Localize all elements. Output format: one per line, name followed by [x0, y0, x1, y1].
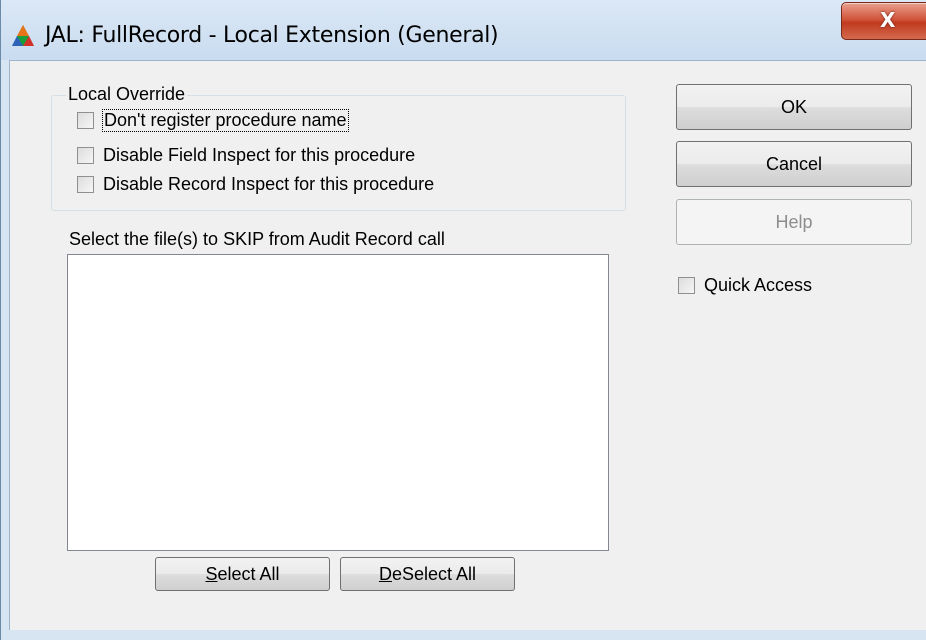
- cancel-button[interactable]: Cancel: [676, 141, 912, 187]
- skip-files-label: Select the file(s) to SKIP from Audit Re…: [69, 229, 445, 249]
- close-button[interactable]: X: [841, 2, 926, 40]
- window-title: JAL: FullRecord - Local Extension (Gener…: [45, 23, 499, 48]
- deselect-all-button[interactable]: DeSelect All: [340, 557, 515, 591]
- quick-access-checkbox[interactable]: [678, 277, 695, 294]
- dont-register-label: Don't register procedure name: [102, 109, 349, 132]
- dont-register-option[interactable]: Don't register procedure name: [77, 109, 349, 132]
- help-label: Help: [775, 211, 813, 232]
- quick-access-option[interactable]: Quick Access: [678, 275, 812, 296]
- select-all-mnemonic: S: [205, 563, 218, 584]
- ok-label: OK: [780, 96, 807, 117]
- close-icon: X: [880, 8, 896, 32]
- disable-field-inspect-label: Disable Field Inspect for this procedure: [103, 145, 416, 165]
- app-logo-icon: [12, 25, 34, 46]
- quick-access-label: Quick Access: [704, 275, 813, 295]
- deselect-all-label: eSelect All: [391, 563, 477, 584]
- help-button[interactable]: Help: [676, 199, 912, 245]
- disable-record-inspect-option[interactable]: Disable Record Inspect for this procedur…: [77, 174, 434, 195]
- disable-record-inspect-label: Disable Record Inspect for this procedur…: [103, 174, 435, 194]
- select-all-label: elect All: [217, 563, 280, 584]
- skip-files-listbox[interactable]: [67, 254, 609, 551]
- ok-button[interactable]: OK: [676, 84, 912, 130]
- disable-field-inspect-checkbox[interactable]: [77, 147, 94, 164]
- cancel-label: Cancel: [765, 153, 823, 174]
- select-all-button[interactable]: Select All: [155, 557, 330, 591]
- dont-register-checkbox[interactable]: [77, 112, 94, 129]
- disable-record-inspect-checkbox[interactable]: [77, 176, 94, 193]
- title-bar[interactable]: JAL: FullRecord - Local Extension (Gener…: [1, 0, 926, 60]
- deselect-all-mnemonic: D: [378, 563, 392, 584]
- disable-field-inspect-option[interactable]: Disable Field Inspect for this procedure: [77, 145, 415, 166]
- dialog-window: JAL: FullRecord - Local Extension (Gener…: [0, 0, 926, 640]
- local-override-label: Local Override: [66, 84, 188, 105]
